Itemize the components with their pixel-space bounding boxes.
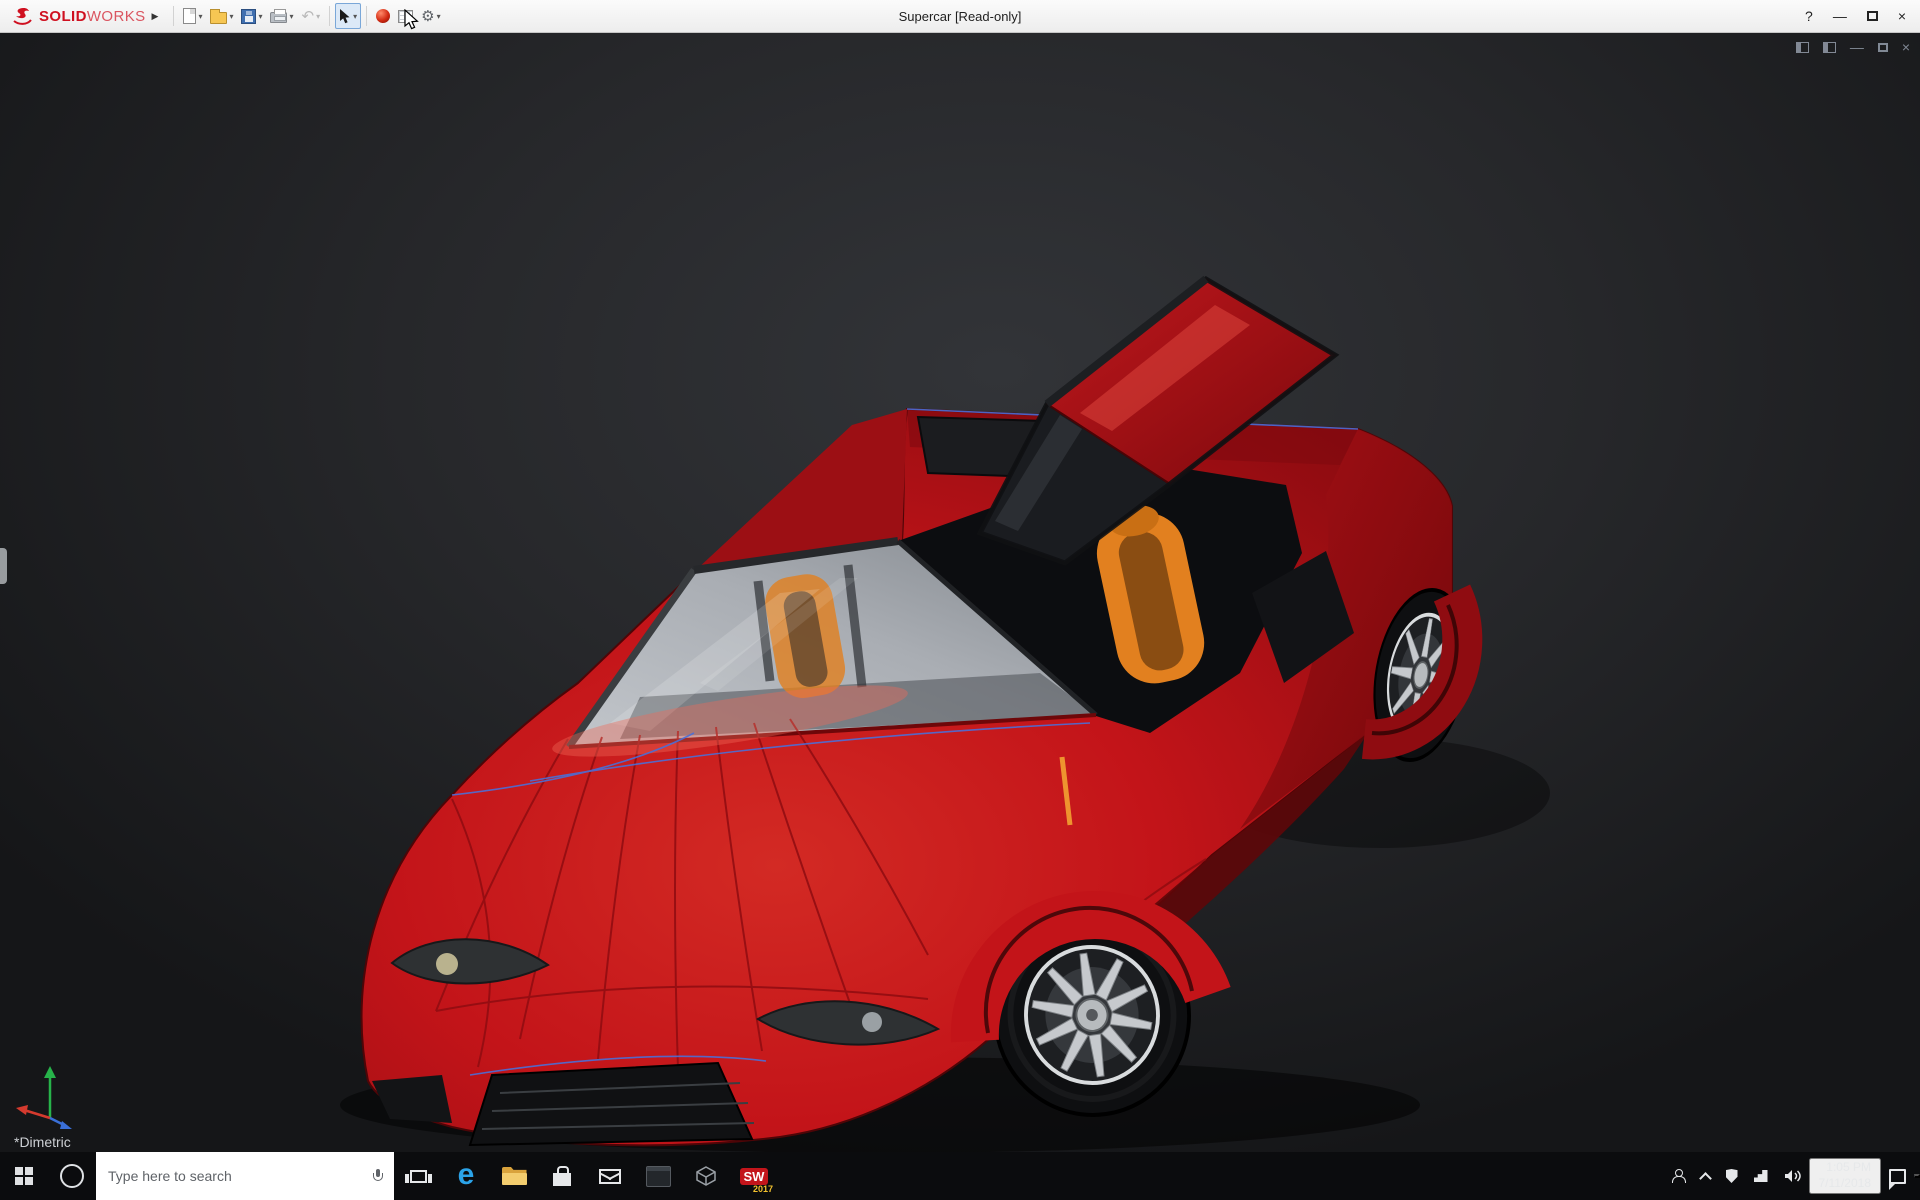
options-button[interactable]: ⚙ ▾ [417,3,444,29]
cad-viewer-button[interactable] [682,1152,730,1200]
doc-pane-icon[interactable] [1796,42,1809,53]
microphone-icon[interactable] [373,1169,382,1184]
show-desktop-button[interactable] [1914,1174,1920,1178]
toolbar-separator [366,6,367,26]
volume-icon [1784,1169,1801,1183]
chevron-down-icon[interactable]: ▾ [258,12,262,21]
windows-taskbar: e SW 2017 [0,1152,1920,1200]
action-center-button[interactable] [1881,1152,1914,1200]
open-folder-icon [210,12,227,24]
console-app-button[interactable] [634,1152,682,1200]
edge-icon: e [458,1160,475,1190]
task-view-button[interactable] [394,1152,442,1200]
print-button[interactable]: ▾ [266,3,297,29]
solidworks-logo-icon [10,6,36,26]
view-orientation-label: *Dimetric [14,1134,71,1150]
file-explorer-button[interactable] [490,1152,538,1200]
brand-works-text: WORKS [87,8,146,25]
edge-button[interactable]: e [442,1152,490,1200]
window-controls: ? — × [1805,9,1910,23]
gear-icon: ⚙ [421,9,434,24]
open-button[interactable]: ▾ [206,3,237,29]
chevron-down-icon[interactable]: ▾ [229,12,233,21]
doc-minimize-button[interactable]: — [1850,40,1864,54]
mail-button[interactable] [586,1152,634,1200]
reference-triad [14,1060,88,1130]
table-sheet-icon [398,10,413,23]
minimize-button[interactable]: — [1833,9,1847,23]
chevron-down-icon[interactable]: ▾ [316,12,320,21]
cortana-button[interactable] [48,1152,96,1200]
network-icon [1754,1170,1768,1182]
chevron-down-icon[interactable]: ▾ [198,12,202,21]
shield-icon [1726,1169,1738,1183]
people-button[interactable] [1663,1152,1693,1200]
chevron-down-icon[interactable]: ▾ [437,12,441,21]
close-button[interactable]: × [1898,9,1906,23]
tray-expand-button[interactable] [1693,1152,1718,1200]
console-window-icon [646,1166,671,1187]
windows-logo-icon [15,1167,33,1185]
brand-solid-text: SOLID [39,8,87,25]
doc-pane-icon[interactable] [1823,42,1836,53]
doc-restore-button[interactable] [1878,43,1888,52]
undo-icon: ↶ [302,9,315,24]
new-document-icon [183,8,196,24]
desktop-screen: SOLIDWORKS ▶ ▾ ▾ ▾ ▾ ↶ ▾ ▾ [0,0,1920,1200]
clock-date: 7/11/2018 [1819,1176,1872,1192]
search-input[interactable] [108,1168,365,1184]
appearance-sphere-button[interactable] [372,3,394,29]
mail-envelope-icon [599,1169,621,1184]
graphics-area[interactable]: — × *Dimetric [0,33,1920,1152]
folder-icon [502,1167,527,1185]
undo-button[interactable]: ↶ ▾ [298,3,325,29]
doc-close-button[interactable]: × [1902,40,1910,54]
help-button[interactable]: ? [1805,9,1813,23]
taskbar-search[interactable] [96,1152,394,1200]
toolbar-separator [329,6,330,26]
start-button[interactable] [0,1152,48,1200]
task-pane-handle[interactable] [0,548,7,584]
solidworks-brand: SOLIDWORKS [10,6,146,26]
cortana-icon [60,1164,84,1188]
print-icon [270,12,287,23]
brand-text: SOLIDWORKS [39,8,146,25]
defender-button[interactable] [1718,1152,1746,1200]
toolbar-separator [173,6,174,26]
save-button[interactable]: ▾ [237,3,266,29]
maximize-button[interactable] [1867,11,1878,21]
volume-button[interactable] [1776,1152,1809,1200]
sw-mark: SW [740,1168,769,1185]
red-sphere-icon [376,9,390,23]
new-document-button[interactable]: ▾ [179,3,206,29]
people-icon [1671,1169,1685,1183]
task-view-icon [410,1170,427,1183]
select-tool-button[interactable]: ▾ [335,3,361,29]
store-bag-icon [553,1173,571,1186]
system-tray: 1:05 PM 7/11/2018 [1663,1152,1920,1200]
chevron-down-icon[interactable]: ▾ [353,12,357,21]
design-table-button[interactable] [394,3,417,29]
solidworks-app-icon: SW 2017 [737,1160,771,1192]
chevron-down-icon[interactable]: ▾ [289,12,293,21]
taskbar-clock[interactable]: 1:05 PM 7/11/2018 [1809,1158,1882,1193]
menu-flyout-arrow[interactable]: ▶ [152,11,159,22]
solidworks-taskbar-button[interactable]: SW 2017 [730,1152,778,1200]
save-icon [241,9,256,24]
car-model[interactable] [0,33,1920,1152]
clock-time: 1:05 PM [1819,1160,1872,1176]
cube-icon [694,1164,718,1188]
action-center-icon [1889,1169,1906,1184]
sw-version-badge: 2017 [753,1184,773,1194]
chevron-up-icon [1699,1172,1712,1185]
store-button[interactable] [538,1152,586,1200]
select-cursor-icon [339,8,351,24]
solidworks-titlebar: SOLIDWORKS ▶ ▾ ▾ ▾ ▾ ↶ ▾ ▾ [0,0,1920,33]
document-window-controls: — × [1796,40,1910,54]
network-button[interactable] [1746,1152,1776,1200]
